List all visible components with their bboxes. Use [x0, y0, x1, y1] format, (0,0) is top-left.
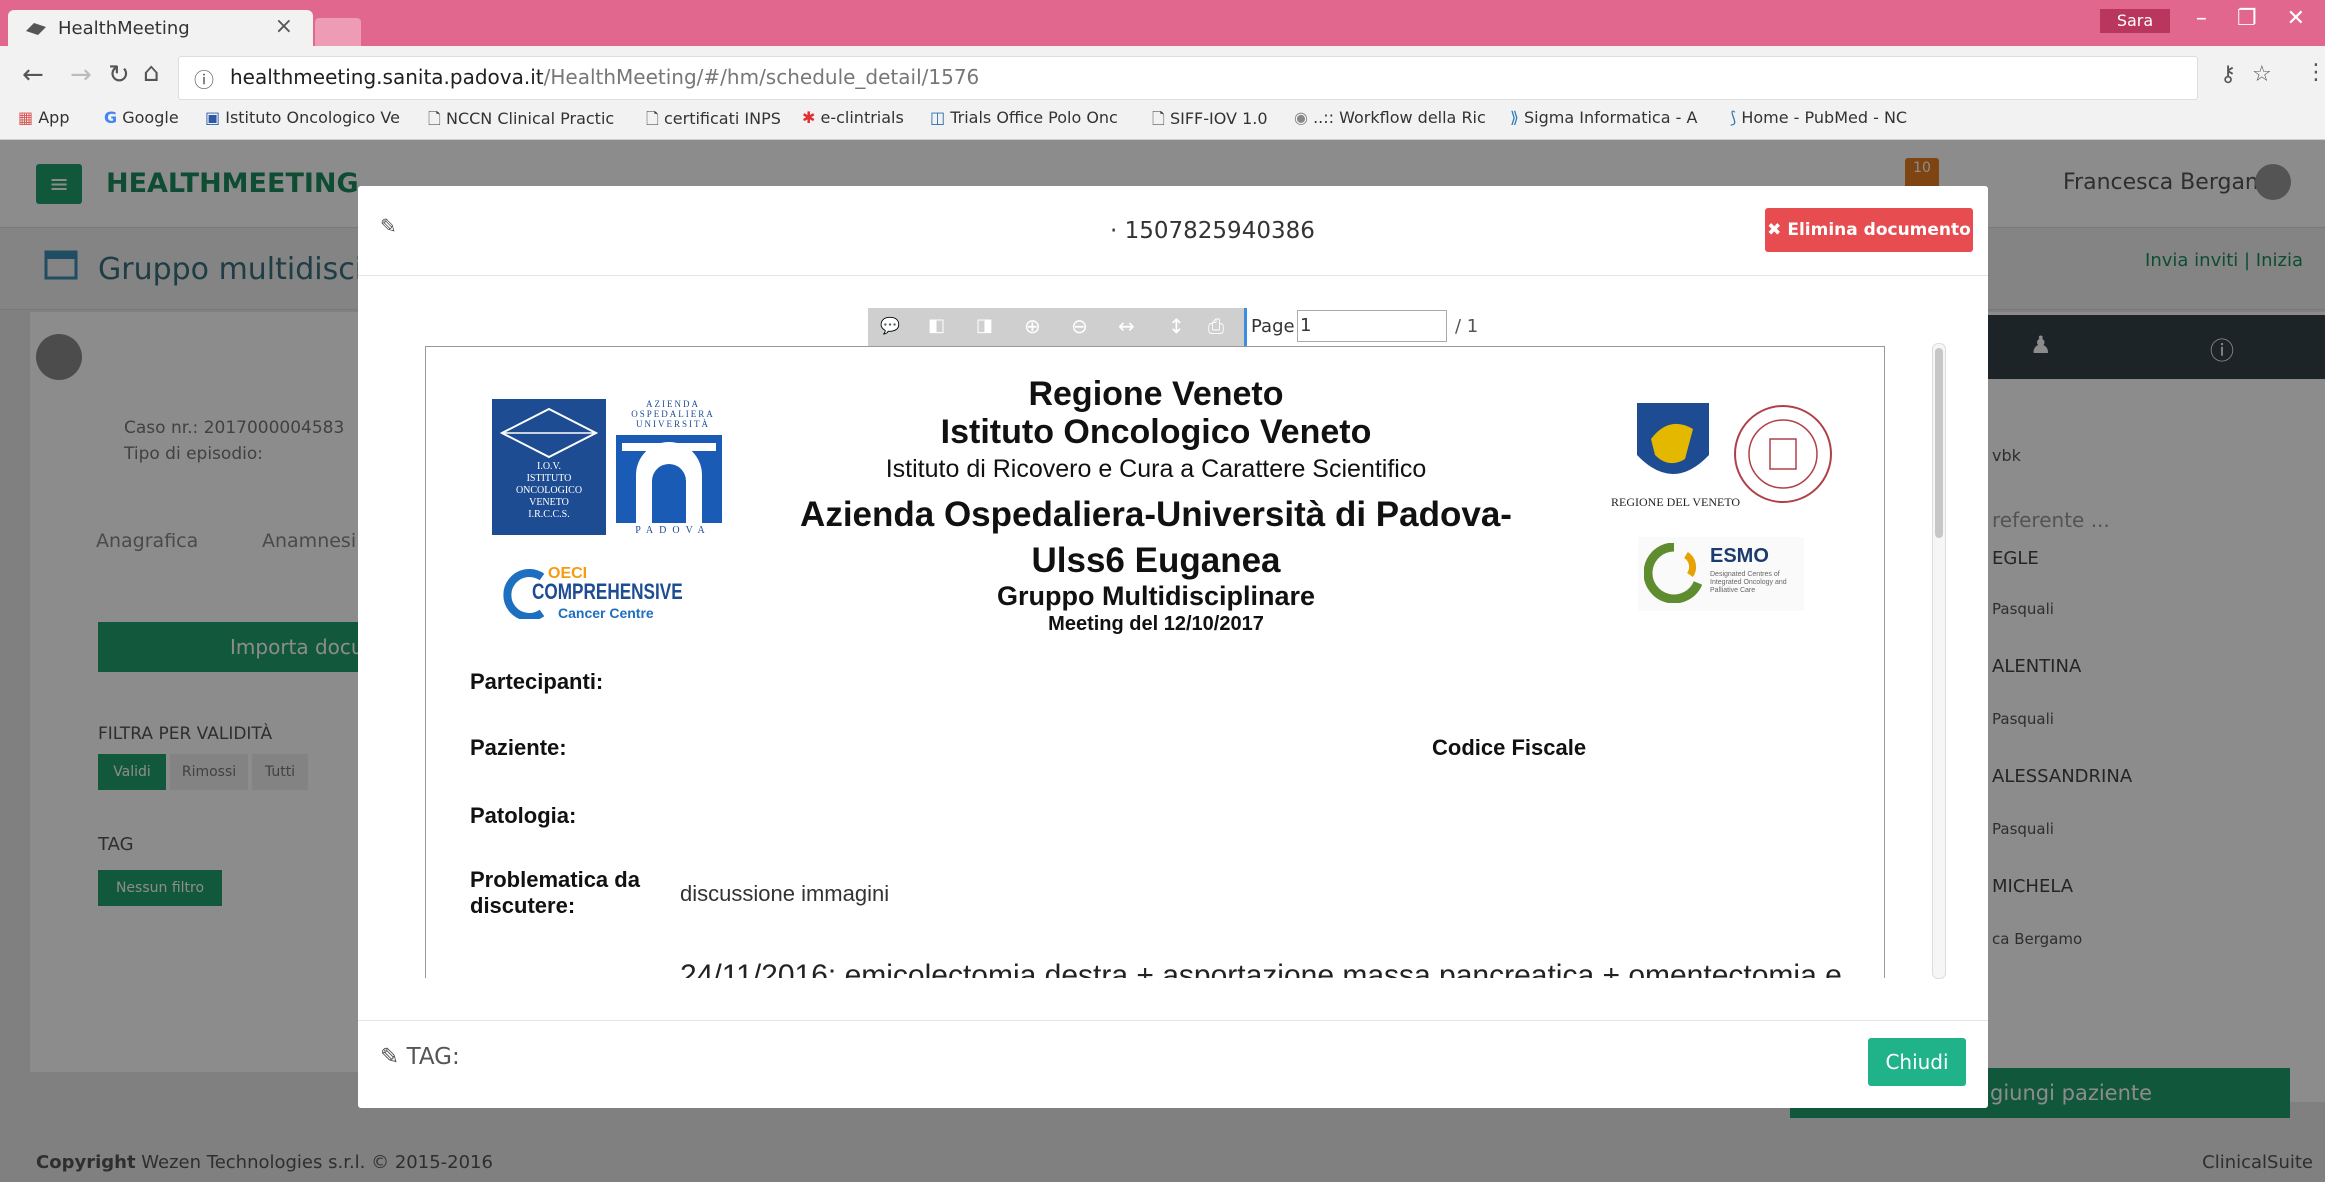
bookmark-siff[interactable]: 🗋 SIFF-IOV 1.0	[1152, 108, 1268, 135]
close-window-icon[interactable]: ✕	[2287, 6, 2305, 31]
university-seal-icon	[1734, 405, 1832, 503]
page-icon: 🗋	[428, 109, 441, 128]
page-icon: 🗋	[646, 109, 659, 128]
bookmark-label: Istituto Oncologico Ve	[225, 108, 400, 127]
bookmark-pubmed[interactable]: ⟆ Home - PubMed - NC	[1730, 108, 1907, 127]
bookmark-google[interactable]: G Google	[104, 108, 179, 127]
problem-label-line2: discutere:	[470, 893, 576, 918]
bookmark-label: Home - PubMed - NC	[1741, 108, 1908, 127]
window-controls: – ❐ ✕	[2166, 6, 2305, 31]
more-icon[interactable]: ⋮	[2305, 60, 2325, 85]
lion-crest-icon	[1637, 403, 1709, 474]
fiscal-code-label: Codice Fiscale	[1432, 735, 1587, 760]
times-icon: ✖	[1767, 220, 1782, 240]
tag-label: TAG:	[406, 1044, 460, 1070]
bookmark-label: e-clintrials	[820, 108, 904, 127]
sigma-icon: ⟫	[1510, 108, 1519, 127]
page-label: Page	[1251, 316, 1295, 337]
esmo-text: ESMO	[1710, 545, 1769, 567]
edit-icon[interactable]: ✎	[380, 214, 397, 238]
bookmark-trials[interactable]: ◫ Trials Office Polo Onc	[930, 108, 1118, 127]
profile-chip[interactable]: Sara	[2100, 9, 2170, 33]
next-page-icon[interactable]: ◨	[976, 315, 993, 336]
restore-icon[interactable]: ❐	[2237, 6, 2257, 31]
problem-label-line1: Problematica da	[470, 867, 640, 892]
problem-value: discussione immagini	[680, 881, 890, 906]
forward-icon[interactable]: →	[70, 60, 92, 90]
patient-label: Paziente:	[470, 735, 567, 760]
workflow-icon: ◉	[1294, 108, 1308, 127]
bookmark-sigma[interactable]: ⟫ Sigma Informatica - A	[1510, 108, 1697, 127]
google-icon: G	[104, 108, 118, 127]
esmo-swirl-icon	[1644, 543, 1702, 603]
tab-close-icon[interactable]: ×	[275, 14, 293, 39]
home-icon[interactable]: ⌂	[143, 58, 160, 88]
page-number-input[interactable]: 1	[1297, 310, 1447, 342]
comment-icon[interactable]: 💬	[880, 316, 900, 335]
page-total: / 1	[1455, 316, 1479, 337]
zoom-out-icon[interactable]: ⊖	[1071, 314, 1088, 338]
bookmark-label: Sigma Informatica - A	[1524, 108, 1698, 127]
modal-header-divider	[358, 275, 1988, 276]
bookmark-label: SIFF-IOV 1.0	[1169, 109, 1268, 128]
page-icon: 🗋	[1152, 109, 1165, 128]
edit-tag-icon: ✎	[380, 1044, 400, 1070]
modal-footer-divider	[358, 1020, 1988, 1021]
doc-meeting-date: Meeting del 12/10/2017	[1048, 613, 1264, 635]
bookmark-label: App	[38, 108, 70, 127]
regione-logo-text: REGIONE DEL VENETO	[1611, 495, 1741, 509]
key-icon[interactable]: ⚷	[2220, 62, 2236, 87]
bookmark-label: NCCN Clinical Practic	[445, 109, 615, 128]
url-path: /HealthMeeting/#/hm/schedule_detail/1576	[543, 65, 980, 89]
delete-document-button[interactable]: ✖ Elimina documento	[1765, 208, 1973, 252]
pdf-page: I.O.V. ISTITUTO ONCOLOGICO VENETO I.R.C.…	[425, 346, 1885, 978]
tag-field[interactable]: ✎ TAG:	[380, 1044, 460, 1070]
close-button[interactable]: Chiudi	[1868, 1038, 1966, 1086]
trials-icon: ◫	[930, 108, 946, 127]
page-control: Page 1 / 1	[1244, 308, 1484, 346]
new-tab-button[interactable]	[315, 18, 361, 46]
back-icon[interactable]: ←	[22, 60, 44, 90]
bookmark-nccn[interactable]: 🗋 NCCN Clinical Practic	[428, 108, 614, 135]
tab-favicon-icon	[26, 23, 46, 35]
fit-height-icon[interactable]: ↕	[1168, 314, 1185, 338]
scrollbar-thumb[interactable]	[1935, 348, 1943, 538]
zoom-in-icon[interactable]: ⊕	[1024, 314, 1041, 338]
regione-veneto-logo: REGIONE DEL VENETO	[1611, 399, 1740, 509]
reload-icon[interactable]: ↻	[108, 60, 130, 90]
esmo-logo: ESMO Designated Centres of Integrated On…	[1638, 537, 1804, 611]
bookmark-workflow[interactable]: ◉ ..:: Workflow della Ric	[1294, 108, 1486, 127]
star-icon[interactable]: ☆	[2252, 62, 2272, 87]
prev-page-icon[interactable]: ◧	[928, 315, 945, 336]
url-text: healthmeeting.sanita.padova.it/HealthMee…	[230, 65, 979, 89]
minimize-icon[interactable]: –	[2196, 6, 2207, 31]
apps-grid-icon: ▦	[18, 108, 34, 127]
bookmark-label: Trials Office Polo Onc	[950, 108, 1118, 127]
tab-title: HealthMeeting	[58, 18, 190, 39]
delete-label: Elimina documento	[1787, 220, 1971, 240]
iov-favicon-icon: ▣	[205, 108, 221, 127]
participants-label: Partecipanti:	[470, 669, 604, 694]
url-host: healthmeeting.sanita.padova.it	[230, 65, 544, 89]
print-icon[interactable]: ⎙	[1208, 314, 1224, 338]
pubmed-icon: ⟆	[1730, 108, 1737, 127]
pathology-label: Patologia:	[470, 803, 577, 828]
fit-width-icon[interactable]: ↔	[1118, 314, 1135, 338]
bookmark-label: ..:: Workflow della Ric	[1313, 108, 1486, 127]
info-icon[interactable]: ⓘ	[194, 64, 214, 93]
bookmark-label: certificati INPS	[663, 109, 781, 128]
bookmark-label: Google	[122, 108, 179, 127]
esmo-subtext: Designated Centres of Integrated Oncolog…	[1710, 571, 1787, 594]
browser-tab[interactable]: HealthMeeting ×	[8, 10, 313, 46]
history-line: 24/11/2016: emicolectomia destra + aspor…	[680, 959, 1842, 978]
eclintrials-icon: ✱	[802, 108, 816, 127]
bookmark-eclintrials[interactable]: ✱ e-clintrials	[802, 108, 904, 127]
bookmark-iov[interactable]: ▣ Istituto Oncologico Ve	[205, 108, 400, 127]
bookmark-inps[interactable]: 🗋 certificati INPS	[646, 108, 781, 135]
modal-title: · 1507825940386	[1110, 218, 1315, 244]
bookmark-apps[interactable]: ▦ App	[18, 108, 69, 127]
pdf-toolbar: 💬 ◧ ◨ ⊕ ⊖ ↔ ↕ ⎙	[868, 308, 1244, 346]
